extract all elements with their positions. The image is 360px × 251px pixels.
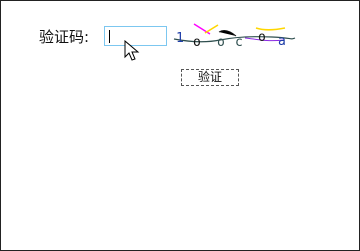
captcha-image[interactable]: 1 o o c o a [172, 22, 297, 52]
svg-text:o: o [193, 35, 201, 50]
svg-text:o: o [217, 35, 225, 50]
verify-button[interactable]: 验证 [181, 69, 239, 86]
svg-text:c: c [235, 35, 243, 50]
mouse-pointer-icon [124, 40, 140, 61]
svg-text:1: 1 [176, 31, 184, 46]
captcha-label: 验证码: [39, 28, 90, 46]
svg-text:o: o [258, 30, 266, 45]
svg-text:a: a [278, 34, 286, 49]
text-caret [109, 30, 110, 43]
app-window: 验证码: 1 o o c o a 验证 [0, 0, 360, 251]
